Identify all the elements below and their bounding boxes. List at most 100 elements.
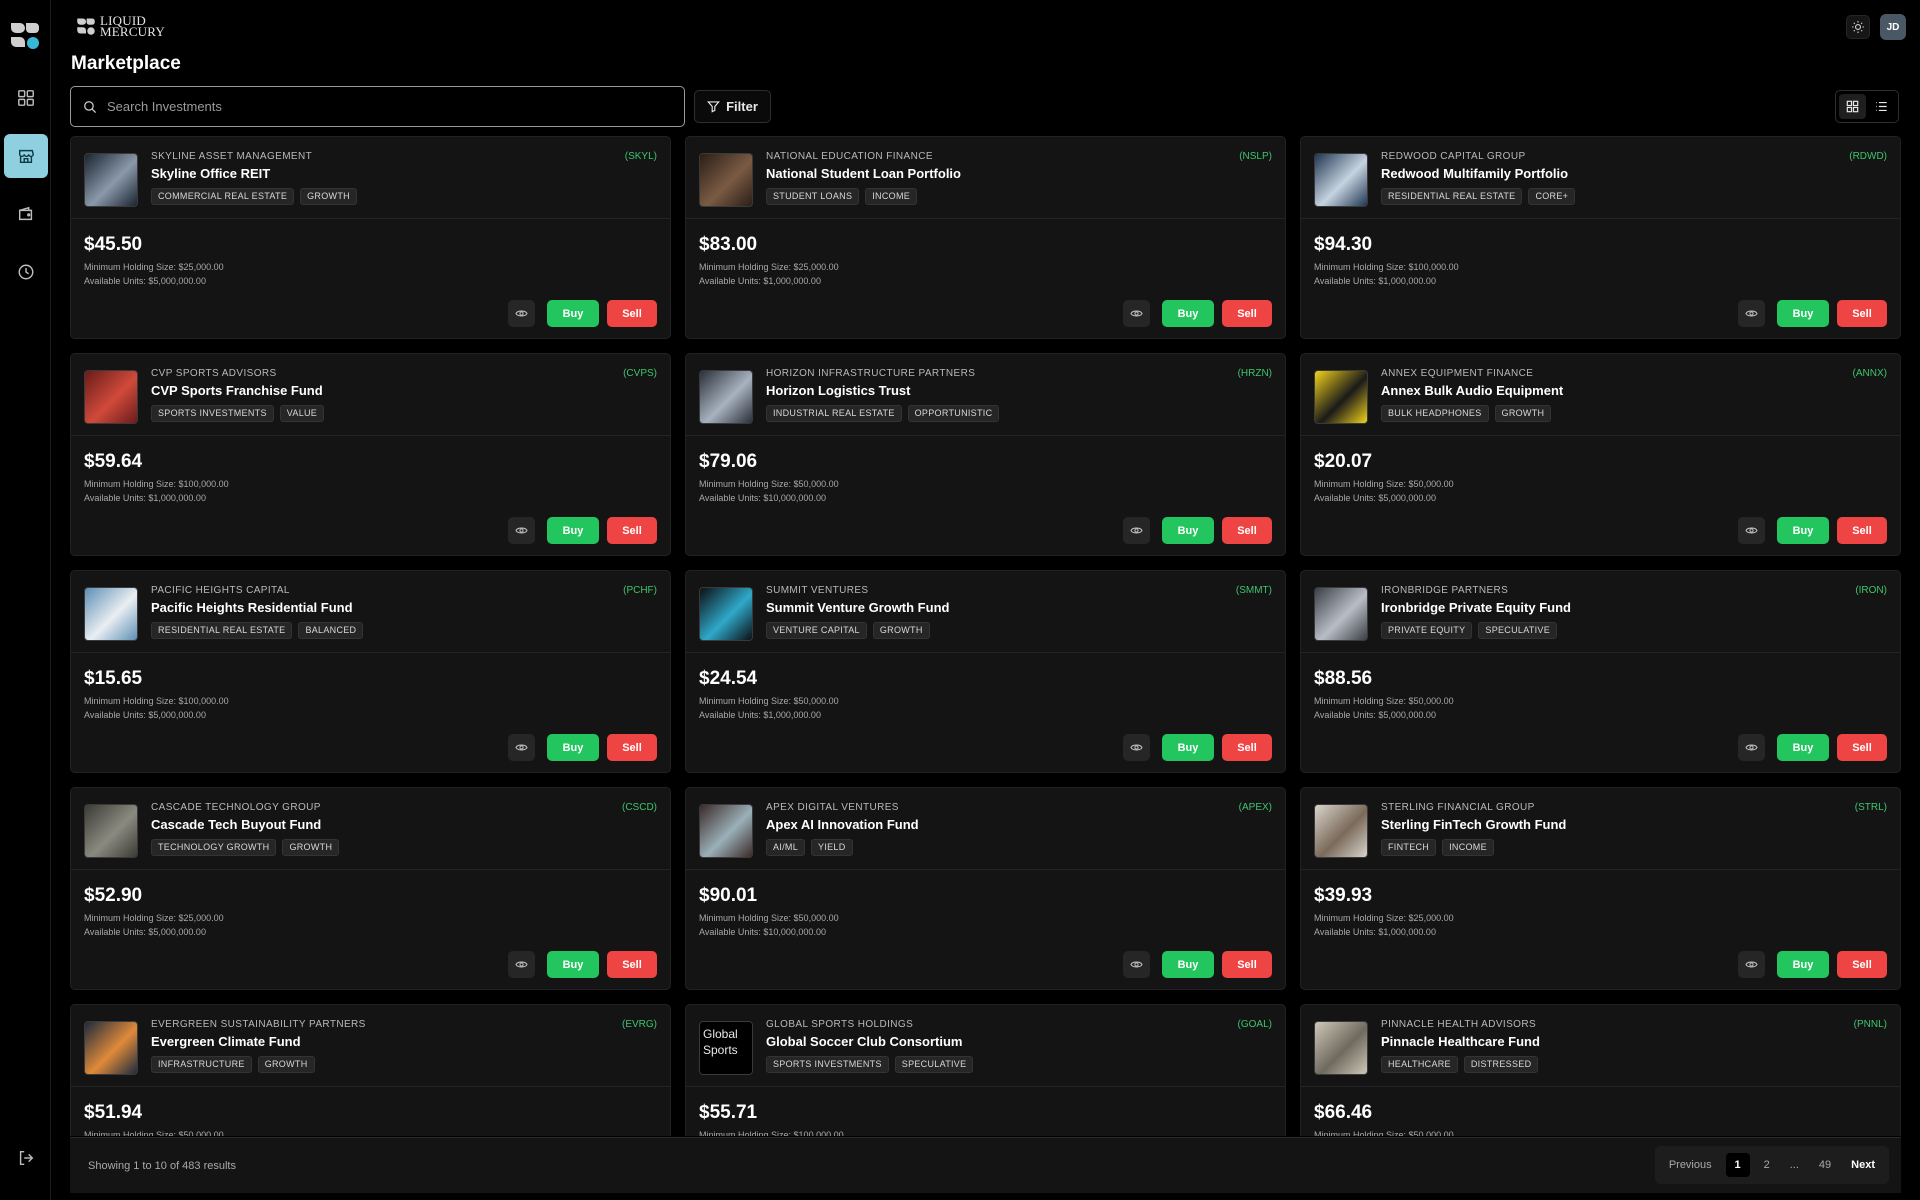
investment-card[interactable]: CVP Sports Advisors CVP Sports Franchise… [70, 353, 671, 556]
sell-button[interactable]: Sell [1222, 300, 1272, 327]
available-units-label: Available Units: [699, 927, 761, 937]
logout-button[interactable] [4, 1136, 48, 1180]
sell-button[interactable]: Sell [1837, 951, 1887, 978]
grid-view-button[interactable] [1839, 94, 1866, 119]
available-units: Available Units: $1,000,000.00 [699, 710, 821, 720]
view-details-button[interactable] [1123, 517, 1150, 544]
min-holding-value: $50,000.00 [1408, 1130, 1454, 1136]
view-details-button[interactable] [1738, 300, 1765, 327]
sell-button[interactable]: Sell [1222, 951, 1272, 978]
fund-name: Summit Venture Growth Fund [766, 600, 950, 615]
investment-card[interactable]: Global Sports Global Sports Holdings Glo… [685, 1004, 1286, 1136]
view-details-button[interactable] [1738, 951, 1765, 978]
sell-button[interactable]: Sell [607, 951, 657, 978]
view-details-button[interactable] [1123, 300, 1150, 327]
search-input[interactable] [107, 99, 647, 114]
buy-button[interactable]: Buy [1777, 734, 1829, 761]
buy-button[interactable]: Buy [1162, 951, 1214, 978]
buy-button[interactable]: Buy [1777, 517, 1829, 544]
buy-button[interactable]: Buy [547, 300, 599, 327]
min-holding-size: Minimum Holding Size: $25,000.00 [84, 262, 224, 272]
sidebar-item-dashboard[interactable] [4, 76, 48, 120]
view-details-button[interactable] [1123, 951, 1150, 978]
fund-tags: Sports Investments Value [151, 405, 325, 422]
fund-thumbnail [84, 587, 138, 641]
thumbnail-alt-text: Global Sports [703, 1027, 738, 1057]
buy-button[interactable]: Buy [1162, 300, 1214, 327]
buy-button[interactable]: Buy [1162, 517, 1214, 544]
fund-thumbnail [1314, 370, 1368, 424]
search-box[interactable] [70, 86, 685, 127]
pagination-next[interactable]: Next [1845, 1153, 1881, 1177]
fund-manager: Sterling Financial Group [1381, 802, 1535, 813]
list-view-button[interactable] [1869, 94, 1896, 119]
fund-tag: Growth [1494, 405, 1552, 422]
sidebar-item-wallet[interactable] [4, 192, 48, 236]
sell-button[interactable]: Sell [1837, 734, 1887, 761]
avatar[interactable]: JD [1880, 14, 1906, 40]
theme-toggle-button[interactable] [1846, 15, 1870, 39]
view-details-button[interactable] [508, 951, 535, 978]
eye-icon [515, 961, 528, 968]
pagination-previous[interactable]: Previous [1663, 1153, 1718, 1177]
card-actions: Buy Sell [1123, 517, 1272, 544]
buy-button[interactable]: Buy [547, 517, 599, 544]
sell-button[interactable]: Sell [1222, 734, 1272, 761]
fund-manager: Redwood Capital Group [1381, 151, 1526, 162]
pagination-page-2[interactable]: 2 [1758, 1153, 1776, 1177]
investment-card[interactable]: Ironbridge Partners Ironbridge Private E… [1300, 570, 1901, 773]
sidebar-item-history[interactable] [4, 250, 48, 294]
investment-card[interactable]: Annex Equipment Finance Annex Bulk Audio… [1300, 353, 1901, 556]
available-units-label: Available Units: [1314, 927, 1376, 937]
sell-button[interactable]: Sell [607, 734, 657, 761]
view-details-button[interactable] [1123, 734, 1150, 761]
view-details-button[interactable] [508, 517, 535, 544]
min-holding-value: $50,000.00 [1408, 696, 1454, 706]
available-units-label: Available Units: [84, 276, 146, 286]
investment-card[interactable]: Pinnacle Health Advisors Pinnacle Health… [1300, 1004, 1901, 1136]
fund-ticker: (EVRG) [622, 1019, 657, 1030]
buy-button[interactable]: Buy [1777, 300, 1829, 327]
buy-button[interactable]: Buy [547, 734, 599, 761]
sell-button[interactable]: Sell [1837, 300, 1887, 327]
investment-card[interactable]: Summit Ventures Summit Venture Growth Fu… [685, 570, 1286, 773]
min-holding-size: Minimum Holding Size: $50,000.00 [699, 696, 839, 706]
available-units-value: $1,000,000.00 [148, 493, 206, 503]
investment-grid-scroll[interactable]: Skyline Asset Management Skyline Office … [70, 136, 1901, 1136]
investment-card[interactable]: Sterling Financial Group Sterling FinTec… [1300, 787, 1901, 990]
buy-button[interactable]: Buy [1162, 734, 1214, 761]
view-details-button[interactable] [508, 300, 535, 327]
investment-card[interactable]: National Education Finance National Stud… [685, 136, 1286, 339]
investment-card[interactable]: Horizon Infrastructure Partners Horizon … [685, 353, 1286, 556]
fund-tags: Residential Real Estate Core+ [1381, 188, 1576, 205]
investment-card[interactable]: Pacific Heights Capital Pacific Heights … [70, 570, 671, 773]
fund-tag: Commercial Real Estate [151, 188, 295, 205]
pagination-page-1[interactable]: 1 [1725, 1153, 1750, 1177]
investment-card[interactable]: Evergreen Sustainability Partners Evergr… [70, 1004, 671, 1136]
investment-card[interactable]: Redwood Capital Group Redwood Multifamil… [1300, 136, 1901, 339]
card-header: Summit Ventures Summit Venture Growth Fu… [686, 571, 1285, 653]
pagination-page-49[interactable]: 49 [1813, 1153, 1837, 1177]
sell-button[interactable]: Sell [1837, 517, 1887, 544]
buy-button[interactable]: Buy [1777, 951, 1829, 978]
investment-card[interactable]: Skyline Asset Management Skyline Office … [70, 136, 671, 339]
brand-logo[interactable]: Liquid Mercury [76, 14, 190, 38]
filter-button[interactable]: Filter [694, 90, 771, 123]
sidebar-item-marketplace[interactable] [4, 134, 48, 178]
card-header: Cascade Technology Group Cascade Tech Bu… [71, 788, 670, 870]
eye-icon [1130, 527, 1143, 534]
buy-button[interactable]: Buy [547, 951, 599, 978]
view-details-button[interactable] [508, 734, 535, 761]
view-details-button[interactable] [1738, 517, 1765, 544]
available-units: Available Units: $5,000,000.00 [1314, 493, 1436, 503]
sell-button[interactable]: Sell [1222, 517, 1272, 544]
view-details-button[interactable] [1738, 734, 1765, 761]
fund-price: $83.00 [699, 234, 758, 255]
card-actions: Buy Sell [1123, 300, 1272, 327]
sell-button[interactable]: Sell [607, 517, 657, 544]
logo-icon[interactable] [9, 19, 41, 51]
min-holding-value: $100,000.00 [793, 1130, 844, 1136]
investment-card[interactable]: Cascade Technology Group Cascade Tech Bu… [70, 787, 671, 990]
investment-card[interactable]: Apex Digital Ventures Apex AI Innovation… [685, 787, 1286, 990]
sell-button[interactable]: Sell [607, 300, 657, 327]
